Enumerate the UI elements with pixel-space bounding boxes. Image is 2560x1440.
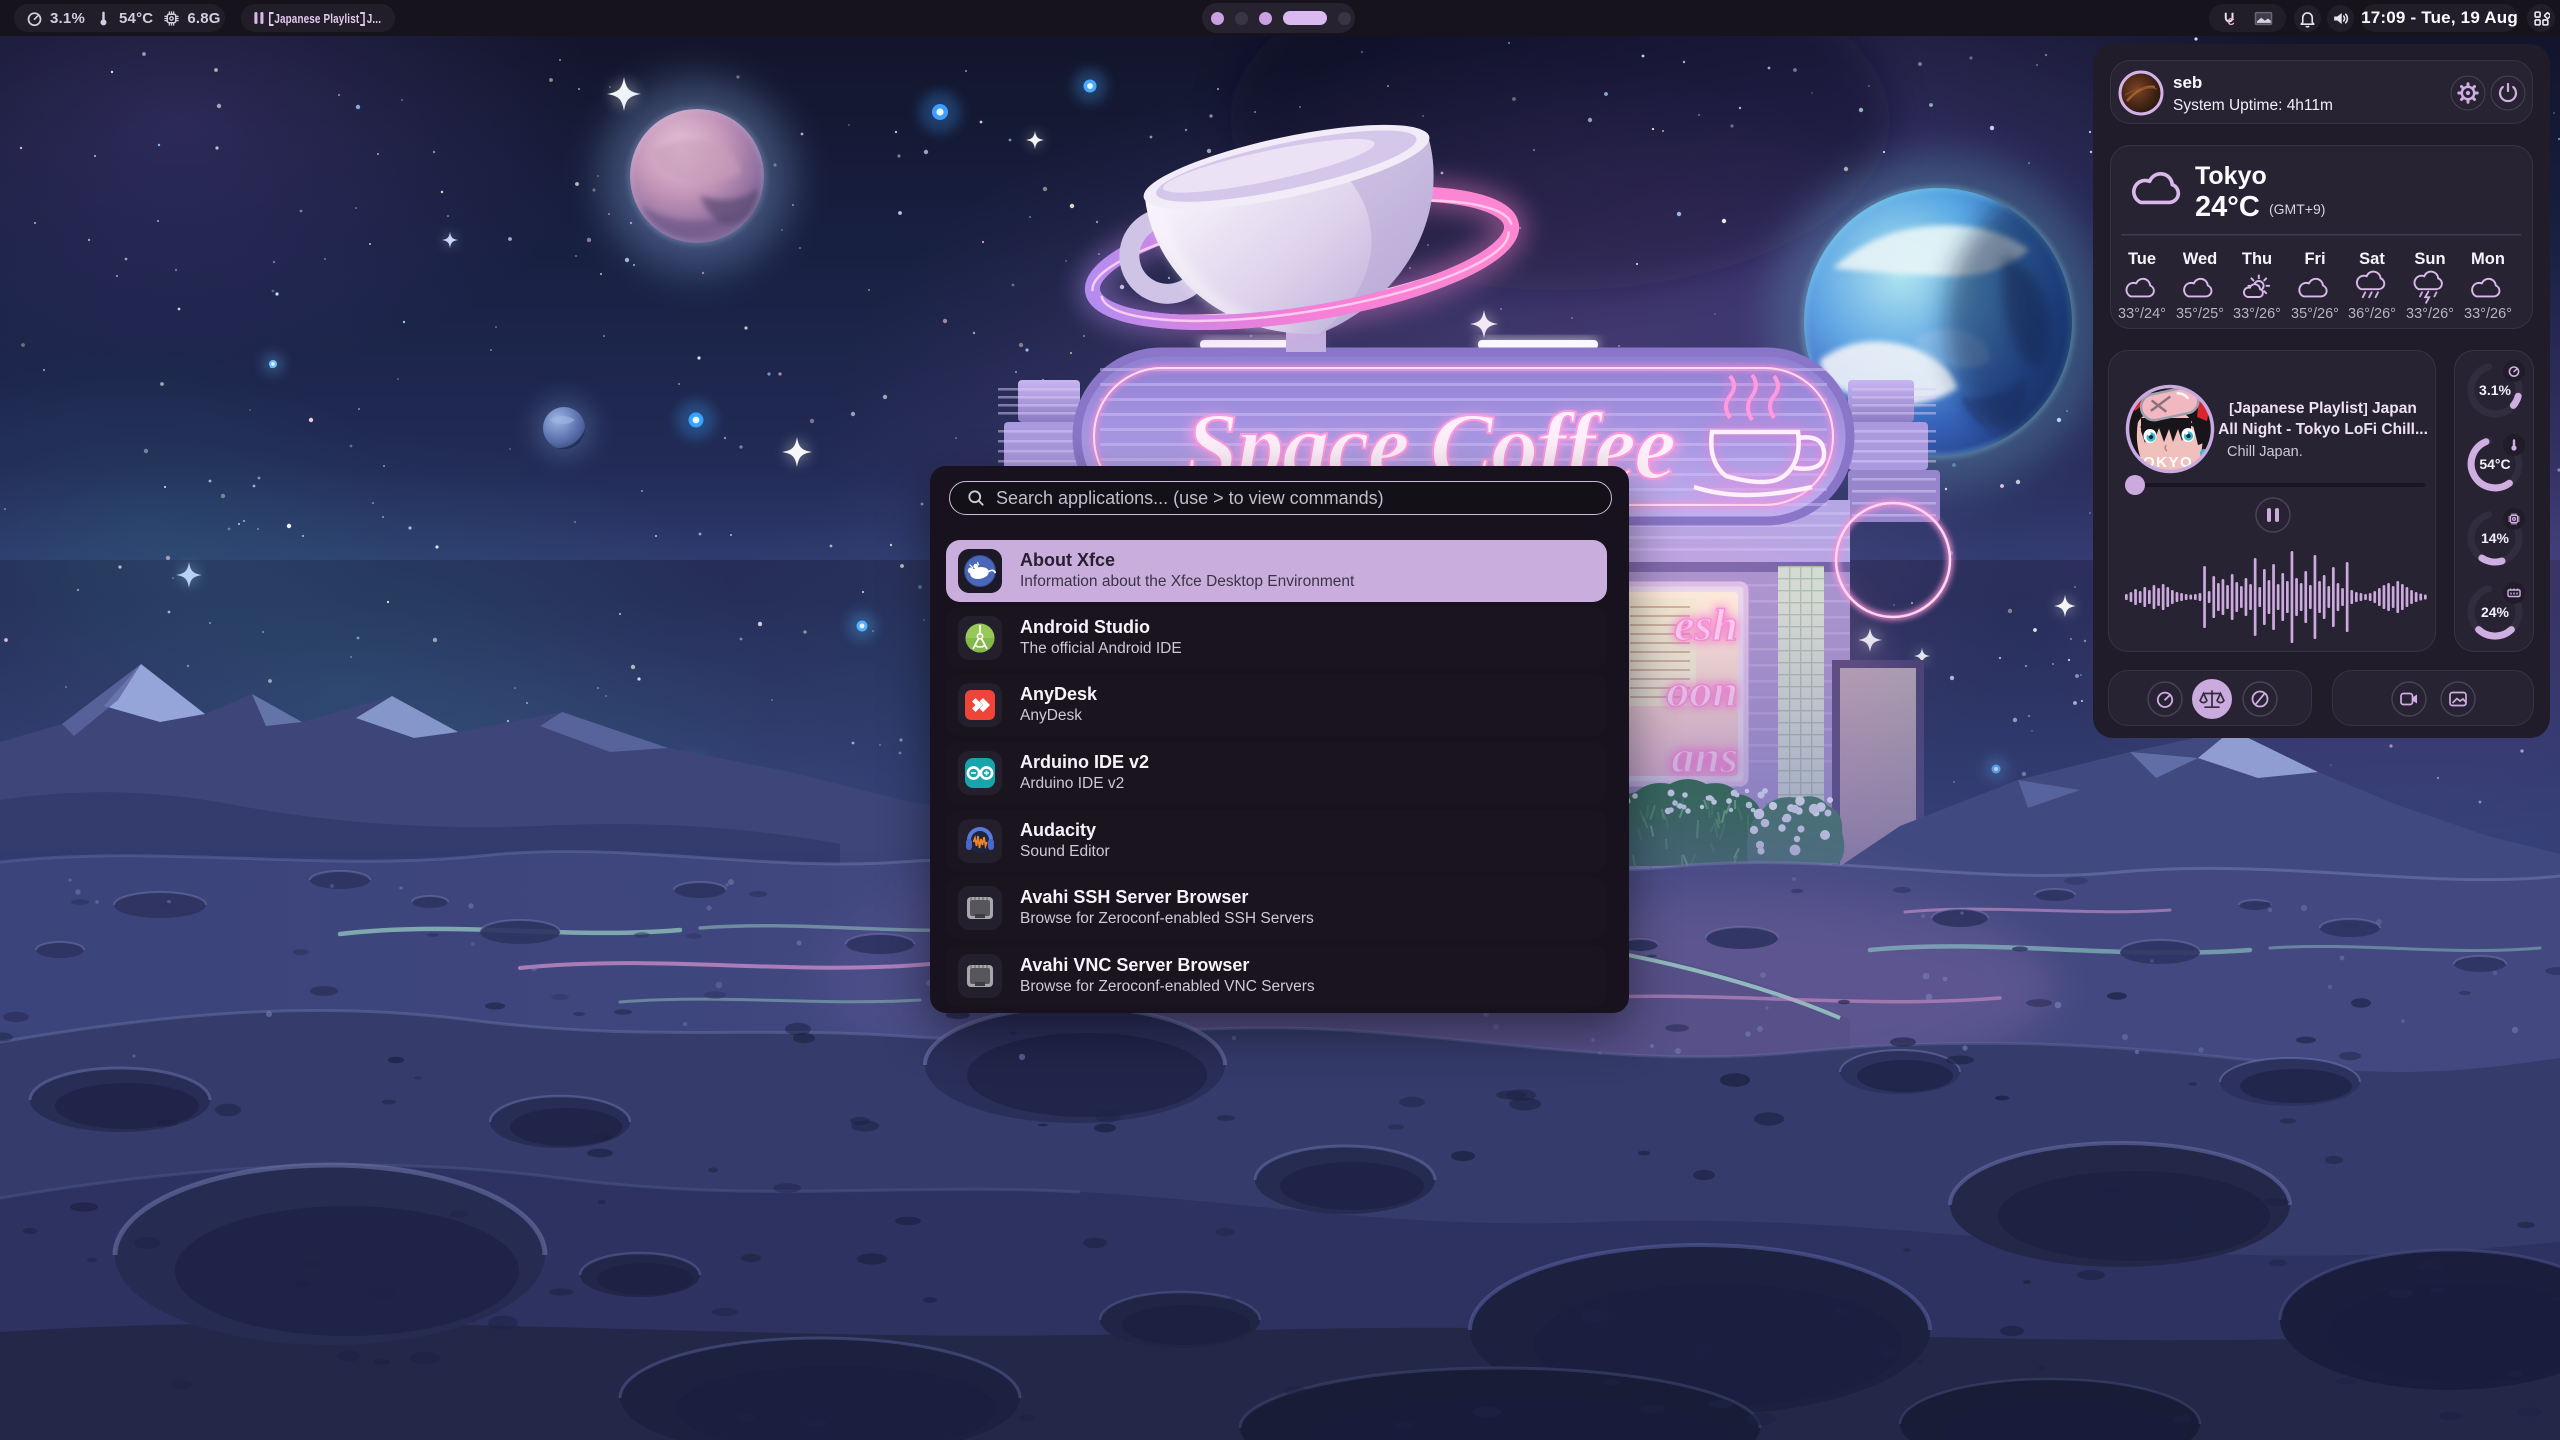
- svg-text:24%: 24%: [2481, 604, 2510, 620]
- svg-text:System Uptime: 4h11m: System Uptime: 4h11m: [2173, 97, 2333, 114]
- svg-text:3.1%: 3.1%: [2479, 382, 2511, 398]
- svg-text:Wed: Wed: [2183, 250, 2218, 268]
- svg-text:33°/26°: 33°/26°: [2233, 306, 2281, 322]
- svg-text:35°/25°: 35°/25°: [2176, 306, 2224, 322]
- svg-text:Tokyo: Tokyo: [2195, 162, 2267, 190]
- svg-text:33°/26°: 33°/26°: [2464, 306, 2512, 322]
- svg-text:seb: seb: [2173, 73, 2202, 92]
- svg-text:36°/26°: 36°/26°: [2348, 306, 2396, 322]
- svg-text:(GMT+9): (GMT+9): [2269, 201, 2325, 217]
- svg-text:14%: 14%: [2481, 530, 2510, 546]
- svg-text:Fri: Fri: [2304, 250, 2325, 268]
- svg-text:All Night - Tokyo LoFi Chill..: All Night - Tokyo LoFi Chill...: [2218, 421, 2428, 438]
- svg-text:33°/24°: 33°/24°: [2118, 306, 2166, 322]
- svg-text:33°/26°: 33°/26°: [2406, 306, 2454, 322]
- svg-text:24°C: 24°C: [2195, 191, 2260, 223]
- svg-text:[Japanese Playlist] Japan: [Japanese Playlist] Japan: [2229, 400, 2417, 417]
- svg-text:Thu: Thu: [2242, 250, 2272, 268]
- svg-text:Sat: Sat: [2359, 250, 2385, 268]
- svg-text:Mon: Mon: [2471, 250, 2505, 268]
- svg-text:C: C: [2227, 17, 2234, 27]
- svg-text:54°C: 54°C: [2479, 456, 2510, 472]
- svg-text:Chill Japan.: Chill Japan.: [2227, 444, 2303, 460]
- svg-text:Sun: Sun: [2414, 250, 2445, 268]
- svg-text:35°/26°: 35°/26°: [2291, 306, 2339, 322]
- svg-text:Tue: Tue: [2128, 250, 2156, 268]
